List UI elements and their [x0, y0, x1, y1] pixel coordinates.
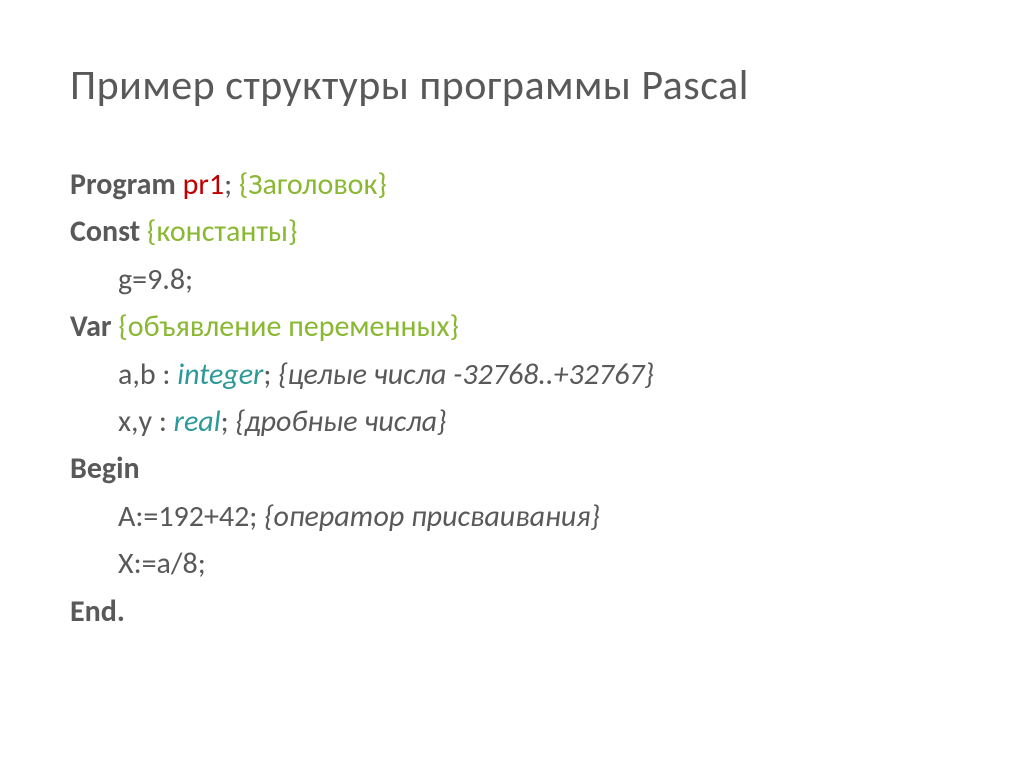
assignment-x: X:=a/8;	[118, 545, 206, 582]
var-ab: a,b :	[118, 356, 177, 393]
comment-const: {константы}	[147, 213, 298, 250]
code-line-6: x,y : real; {дробные числа}	[70, 398, 954, 445]
code-line-4: Var {объявление переменных}	[70, 303, 954, 350]
program-name: pr1	[183, 166, 224, 203]
type-real: real	[174, 403, 221, 440]
comment-integer: {целые числа -32768..+32767}	[278, 356, 654, 393]
comment-real: {дробные числа}	[235, 403, 446, 440]
comment-header: {Заголовок}	[239, 166, 387, 203]
keyword-program: Program	[70, 166, 183, 203]
code-line-1: Program pr1; {Заголовок}	[70, 161, 954, 208]
keyword-const: Const	[70, 213, 147, 250]
code-line-7: Begin	[70, 445, 954, 492]
code-line-8: A:=192+42; {оператор присваивания}	[70, 493, 954, 540]
semicolon: ;	[263, 356, 278, 393]
type-integer: integer	[177, 356, 263, 393]
semicolon: ;	[224, 166, 239, 203]
const-assignment: g=9.8;	[118, 261, 193, 298]
semicolon: ;	[221, 403, 236, 440]
keyword-begin: Begin	[70, 450, 140, 487]
keyword-end: End.	[70, 593, 125, 630]
slide: Пример структуры программы Pascal Progra…	[0, 0, 1024, 768]
code-line-10: End.	[70, 588, 954, 635]
code-line-5: a,b : integer; {целые числа -32768..+327…	[70, 351, 954, 398]
code-line-9: X:=a/8;	[70, 540, 954, 587]
code-block: Program pr1; {Заголовок} Const {констант…	[70, 161, 954, 635]
code-line-2: Const {константы}	[70, 208, 954, 255]
keyword-var: Var	[70, 308, 118, 345]
code-line-3: g=9.8;	[70, 256, 954, 303]
assignment-a: A:=192+42;	[118, 498, 264, 535]
slide-title: Пример структуры программы Pascal	[70, 60, 954, 111]
comment-assign: {оператор присваивания}	[264, 498, 600, 535]
var-xy: x,y :	[118, 403, 174, 440]
comment-var: {объявление переменных}	[118, 308, 459, 345]
